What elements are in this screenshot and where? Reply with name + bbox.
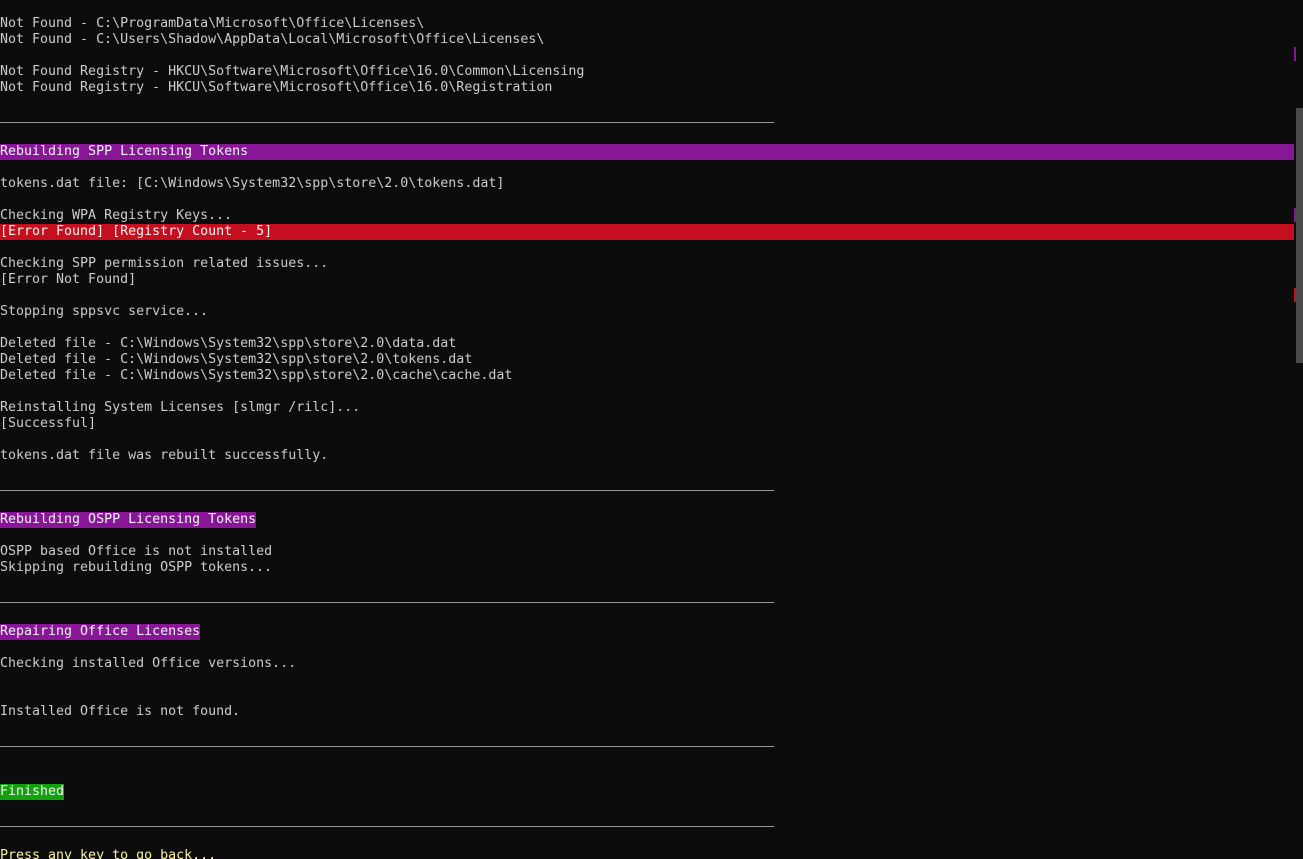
console-line: Installed Office is not found. bbox=[0, 704, 241, 719]
separator-line bbox=[0, 736, 1294, 752]
scrollbar-mark bbox=[1294, 47, 1296, 61]
scrollbar-thumb[interactable] bbox=[1296, 108, 1303, 363]
console-line: Checking WPA Registry Keys... bbox=[0, 208, 233, 223]
console-line: Checking SPP permission related issues..… bbox=[0, 256, 329, 271]
console-line: Not Found - C:\ProgramData\Microsoft\Off… bbox=[0, 16, 425, 31]
console-output: Not Found - C:\ProgramData\Microsoft\Off… bbox=[0, 0, 1294, 859]
console-line: Not Found Registry - HKCU\Software\Micro… bbox=[0, 80, 553, 95]
vertical-scrollbar[interactable] bbox=[1294, 0, 1303, 859]
console-line: [Successful] bbox=[0, 416, 97, 431]
console-line: Skipping rebuilding OSPP tokens... bbox=[0, 560, 273, 575]
console-line: Checking installed Office versions... bbox=[0, 656, 297, 671]
section-header-spp: Rebuilding SPP Licensing Tokens bbox=[0, 144, 1294, 160]
separator-line bbox=[0, 480, 1294, 496]
console-line: Reinstalling System Licenses [slmgr /ril… bbox=[0, 400, 361, 415]
console-line: [Error Not Found] bbox=[0, 272, 137, 287]
separator-line bbox=[0, 816, 1294, 832]
console-line: Not Found - C:\Users\Shadow\AppData\Loca… bbox=[0, 32, 545, 47]
console-line: tokens.dat file was rebuilt successfully… bbox=[0, 448, 329, 463]
console-line: Deleted file - C:\Windows\System32\spp\s… bbox=[0, 352, 473, 367]
separator-line bbox=[0, 112, 1294, 128]
press-key-prompt: Press any key to go back... bbox=[0, 848, 217, 859]
console-line: Stopping sppsvc service... bbox=[0, 304, 209, 319]
console-line: Not Found Registry - HKCU\Software\Micro… bbox=[0, 64, 585, 79]
error-found-line: [Error Found] [Registry Count - 5] bbox=[0, 224, 1294, 240]
section-header-repair: Repairing Office Licenses bbox=[0, 624, 201, 640]
finished-badge: Finished bbox=[0, 784, 65, 800]
section-header-ospp: Rebuilding OSPP Licensing Tokens bbox=[0, 512, 257, 528]
console-line: OSPP based Office is not installed bbox=[0, 544, 273, 559]
separator-line bbox=[0, 592, 1294, 608]
console-line: Deleted file - C:\Windows\System32\spp\s… bbox=[0, 336, 457, 351]
console-line: tokens.dat file: [C:\Windows\System32\sp… bbox=[0, 176, 505, 191]
console-line: Deleted file - C:\Windows\System32\spp\s… bbox=[0, 368, 513, 383]
